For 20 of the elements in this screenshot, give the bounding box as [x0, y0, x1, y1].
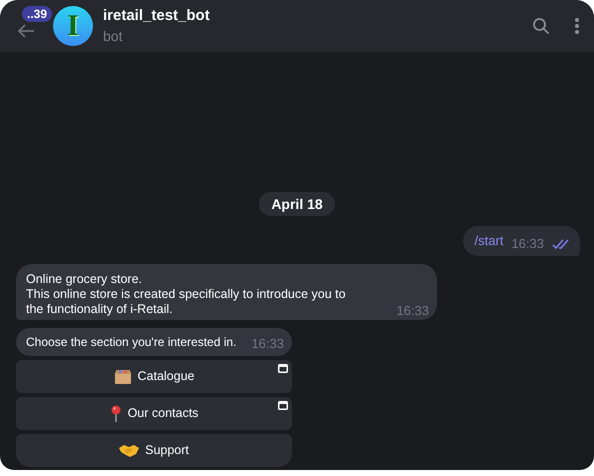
message-time: 16:33 [251, 336, 284, 352]
command-link[interactable]: /start [474, 232, 504, 250]
message-text: Choose the section you're interested in. [26, 335, 236, 350]
search-icon[interactable] [532, 17, 550, 35]
box-icon [114, 368, 132, 384]
more-options-icon[interactable] [574, 17, 580, 35]
date-pill: April 18 [259, 192, 335, 216]
avatar-letter: I [67, 11, 79, 41]
pin-icon [110, 404, 122, 422]
handshake-icon [119, 444, 140, 458]
keyboard-button[interactable]: Support [16, 434, 292, 467]
message-time: 16:33 [511, 235, 544, 253]
unread-badge: ..39 [22, 6, 52, 22]
back-arrow-icon[interactable] [16, 23, 36, 39]
chat-title: iretail_test_bot [103, 6, 210, 26]
keyboard-button[interactable]: Our contacts [16, 397, 292, 430]
message-text: Online grocery store. This online store is created specifically to introduce you to the functionality of i-Retail. [26, 272, 346, 317]
chat-subtitle: bot [103, 27, 124, 46]
message-time: 16:33 [396, 303, 429, 319]
keyboard-button[interactable]: Catalogue [16, 360, 292, 393]
